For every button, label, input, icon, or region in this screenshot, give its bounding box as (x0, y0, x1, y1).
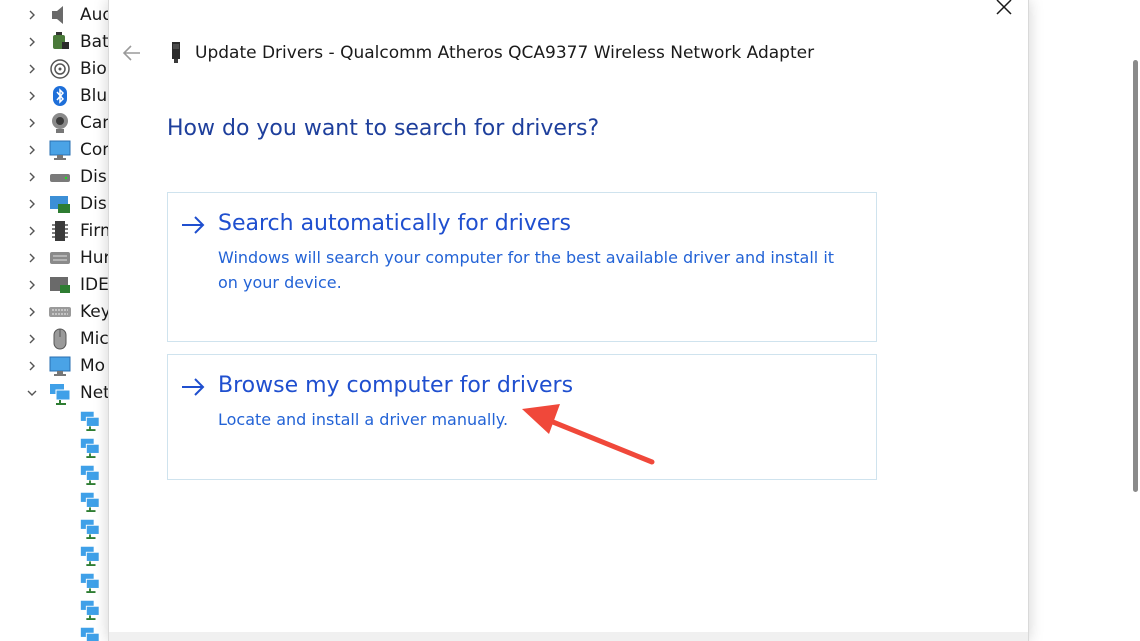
speaker-icon (52, 5, 63, 24)
tree-item[interactable]: Key (0, 298, 110, 325)
dialog-footer (109, 632, 1028, 641)
network-adapter-icon (80, 627, 100, 641)
update-drivers-dialog: Update Drivers - Qualcomm Atheros QCA937… (108, 0, 1029, 641)
network-adapter-icon (80, 573, 100, 593)
network-adapter-card-icon (172, 42, 180, 63)
tree-item[interactable]: Hur (0, 244, 110, 271)
network-adapter-tree-item[interactable] (0, 433, 110, 460)
chevron-right-icon[interactable] (25, 170, 39, 184)
display-adapter-icon (50, 195, 70, 213)
network-adapter-tree-item[interactable] (0, 514, 110, 541)
network-adapter-tree-item[interactable] (0, 622, 110, 641)
device-manager-tree: Aud Batt Bior Blue Can Con Disk Disp Firm Hur IDE K… (0, 0, 110, 641)
disk-drive-icon (50, 173, 70, 182)
tree-item[interactable]: Bior (0, 55, 110, 82)
chevron-right-icon[interactable] (25, 197, 39, 211)
tree-item-label: Blue (80, 85, 110, 106)
network-adapter-icon (80, 465, 100, 485)
tree-item-label: Can (80, 112, 110, 133)
camera-icon (52, 112, 68, 133)
browse-computer-option[interactable]: Browse my computer for drivers Locate an… (167, 354, 877, 480)
tree-item[interactable]: IDE (0, 271, 110, 298)
chevron-right-icon[interactable] (25, 224, 39, 238)
network-adapter-icon (50, 383, 71, 405)
back-arrow-icon (122, 45, 140, 61)
tree-item[interactable]: Disp (0, 190, 110, 217)
scrollbar[interactable] (1133, 60, 1138, 492)
chevron-down-icon[interactable] (25, 386, 39, 400)
chevron-right-icon[interactable] (25, 143, 39, 157)
browse-computer-label: Browse my computer for drivers (218, 373, 574, 398)
network-adapter-tree-item[interactable] (0, 487, 110, 514)
chevron-right-icon[interactable] (25, 251, 39, 265)
battery-icon (53, 31, 69, 49)
tree-item-label: IDE (80, 274, 109, 295)
chevron-right-icon[interactable] (25, 305, 39, 319)
page-heading: How do you want to search for drivers? (167, 116, 600, 141)
monitor-icon (49, 356, 71, 376)
firmware-icon (52, 220, 68, 241)
monitor-icon (49, 140, 71, 160)
tree-item-label: Key (80, 301, 110, 322)
chevron-right-icon[interactable] (25, 359, 39, 373)
chevron-right-icon[interactable] (25, 8, 39, 22)
hid-icon (50, 251, 70, 264)
arrow-right-icon (182, 216, 205, 234)
network-adapter-tree-item[interactable] (0, 406, 110, 433)
chevron-right-icon[interactable] (25, 332, 39, 346)
close-button[interactable] (993, 0, 1015, 18)
chevron-right-icon[interactable] (25, 89, 39, 103)
network-adapter-tree-item[interactable] (0, 460, 110, 487)
network-adapter-icon (80, 438, 100, 458)
search-automatically-option[interactable]: Search automatically for drivers Windows… (167, 192, 877, 342)
tree-item-label: Disk (80, 166, 110, 187)
tree-item[interactable]: Mic (0, 325, 110, 352)
network-adapter-icon (80, 411, 100, 431)
tree-item-label: Batt (80, 31, 110, 52)
arrow-right-icon (182, 378, 205, 396)
chevron-right-icon[interactable] (25, 35, 39, 49)
search-automatically-description: Windows will search your computer for th… (218, 248, 835, 292)
network-adapter-tree-item[interactable] (0, 541, 110, 568)
network-adapter-icon (80, 546, 100, 566)
tree-item-label: Con (80, 139, 110, 160)
tree-item[interactable]: Batt (0, 28, 110, 55)
device-manager-background (1028, 0, 1140, 641)
back-button[interactable] (121, 42, 143, 64)
search-automatically-label: Search automatically for drivers (218, 211, 571, 236)
tree-item-label: Disp (80, 193, 110, 214)
tree-item[interactable]: Aud (0, 1, 110, 28)
browse-computer-description: Locate and install a driver manually. (218, 410, 509, 429)
network-adapter-icon (80, 519, 100, 539)
tree-item[interactable]: Can (0, 109, 110, 136)
chevron-right-icon[interactable] (25, 116, 39, 130)
tree-item[interactable]: Mo (0, 352, 110, 379)
tree-item[interactable]: Disk (0, 163, 110, 190)
ide-controller-icon (50, 276, 70, 293)
tree-item-label: Mo (80, 355, 106, 376)
tree-item-label: Mic (80, 328, 109, 349)
chevron-right-icon[interactable] (25, 62, 39, 76)
tree-item-label: Hur (80, 247, 110, 268)
bluetooth-icon (53, 85, 67, 106)
network-adapter-icon (80, 600, 100, 620)
tree-item-label: Net (80, 382, 110, 403)
chevron-right-icon[interactable] (25, 278, 39, 292)
tree-item[interactable]: Blue (0, 82, 110, 109)
fingerprint-icon (50, 58, 70, 79)
tree-item[interactable]: Con (0, 136, 110, 163)
network-adapter-tree-item[interactable] (0, 568, 110, 595)
tree-item-label: Bior (80, 58, 110, 79)
tree-item-label: Aud (80, 4, 110, 25)
network-adapter-tree-item[interactable] (0, 595, 110, 622)
tree-item-label: Firm (80, 220, 110, 241)
tree-item[interactable]: Firm (0, 217, 110, 244)
network-adapter-icon (80, 492, 100, 512)
keyboard-icon (49, 306, 71, 317)
mouse-icon (53, 328, 67, 349)
dialog-title: Update Drivers - Qualcomm Atheros QCA937… (195, 43, 815, 63)
close-icon (996, 0, 1012, 15)
tree-item[interactable]: Net (0, 379, 110, 406)
